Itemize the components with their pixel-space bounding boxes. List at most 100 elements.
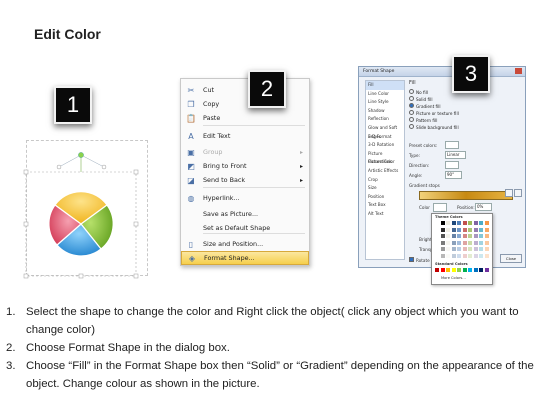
theme-color-swatch[interactable] <box>435 221 439 225</box>
fill-option[interactable]: Picture or texture fill <box>409 110 459 117</box>
fill-option[interactable]: Solid fill <box>409 96 459 103</box>
category-item[interactable]: Glow and Soft Edges <box>366 124 404 139</box>
preset-colors-dropdown[interactable] <box>445 141 459 149</box>
standard-color-swatch[interactable] <box>440 268 445 272</box>
category-item[interactable]: Line Style <box>366 98 404 107</box>
category-item[interactable]: Size <box>366 184 404 193</box>
theme-color-swatch[interactable] <box>473 221 478 225</box>
theme-color-swatch[interactable] <box>484 221 489 225</box>
theme-color-swatch[interactable] <box>457 253 461 258</box>
category-item[interactable]: Artistic Effects <box>366 167 404 176</box>
standard-color-swatch[interactable] <box>479 268 483 272</box>
theme-color-swatch[interactable] <box>446 240 450 245</box>
category-item[interactable]: 3-D Rotation <box>366 141 404 150</box>
theme-color-swatch[interactable] <box>462 247 467 251</box>
theme-color-swatch[interactable] <box>446 253 450 258</box>
standard-color-swatch[interactable] <box>446 268 450 272</box>
theme-color-swatch[interactable] <box>457 227 461 232</box>
theme-color-swatch[interactable] <box>435 227 439 232</box>
menu-item-bring-to-front[interactable]: ◩ Bring to Front ▸ <box>181 159 309 173</box>
theme-color-swatch[interactable] <box>462 221 467 225</box>
angle-input[interactable]: 90° <box>445 171 462 179</box>
menu-item-cut[interactable]: ✂ Cut <box>181 83 309 97</box>
direction-dropdown[interactable] <box>445 161 459 169</box>
standard-color-swatch[interactable] <box>473 268 478 272</box>
category-item[interactable]: Alt Text <box>366 210 404 219</box>
menu-item-group[interactable]: ▣ Group ▸ <box>181 145 309 159</box>
theme-color-swatch[interactable] <box>435 234 439 238</box>
gradient-stops-bar[interactable] <box>419 191 513 200</box>
standard-color-swatch[interactable] <box>457 268 461 272</box>
theme-color-swatch[interactable] <box>468 221 472 225</box>
theme-color-swatch[interactable] <box>457 221 461 225</box>
theme-color-swatch[interactable] <box>473 247 478 251</box>
position-input[interactable]: 0% <box>475 203 492 211</box>
theme-color-swatch[interactable] <box>446 247 450 251</box>
category-item[interactable]: Line Color <box>366 90 404 99</box>
category-item[interactable]: 3-D Format <box>366 133 404 142</box>
theme-color-swatch[interactable] <box>451 234 456 238</box>
theme-color-swatch[interactable] <box>473 234 478 238</box>
theme-color-swatch[interactable] <box>484 253 489 258</box>
menu-item-send-to-back[interactable]: ◪ Send to Back ▸ <box>181 173 309 187</box>
close-button[interactable]: Close <box>500 254 522 263</box>
category-item[interactable]: Fill <box>366 81 404 90</box>
theme-color-swatch[interactable] <box>440 234 445 238</box>
standard-color-swatch[interactable] <box>468 268 472 272</box>
theme-color-swatch[interactable] <box>457 234 461 238</box>
menu-item-hyperlink[interactable]: ◍ Hyperlink... <box>181 191 309 205</box>
theme-color-swatch[interactable] <box>484 240 489 245</box>
theme-color-swatch[interactable] <box>440 240 445 245</box>
theme-color-swatch[interactable] <box>479 227 483 232</box>
pie-shape[interactable] <box>14 145 144 280</box>
theme-color-swatch[interactable] <box>435 247 439 251</box>
theme-color-swatch[interactable] <box>462 253 467 258</box>
category-item[interactable]: Position <box>366 193 404 202</box>
theme-color-swatch[interactable] <box>440 221 445 225</box>
category-item[interactable]: Shadow <box>366 107 404 116</box>
theme-color-swatch[interactable] <box>446 234 450 238</box>
theme-color-swatch[interactable] <box>435 240 439 245</box>
theme-color-swatch[interactable] <box>457 240 461 245</box>
theme-color-swatch[interactable] <box>451 221 456 225</box>
standard-color-swatch[interactable] <box>462 268 467 272</box>
theme-color-swatch[interactable] <box>468 227 472 232</box>
theme-color-swatch[interactable] <box>468 247 472 251</box>
type-dropdown[interactable]: Linear <box>445 151 466 159</box>
theme-color-swatch[interactable] <box>457 247 461 251</box>
theme-color-swatch[interactable] <box>479 253 483 258</box>
add-stop-icon[interactable] <box>505 189 513 197</box>
theme-color-swatch[interactable] <box>440 247 445 251</box>
category-item[interactable]: Text Box <box>366 201 404 210</box>
theme-color-swatch[interactable] <box>479 221 483 225</box>
theme-color-swatch[interactable] <box>440 253 445 258</box>
menu-item-edit-text[interactable]: A Edit Text <box>181 129 309 143</box>
theme-color-swatch[interactable] <box>473 253 478 258</box>
category-item[interactable]: Picture Color <box>366 158 404 167</box>
color-picker-button[interactable] <box>433 203 447 212</box>
fill-option[interactable]: Gradient fill <box>409 103 459 110</box>
fill-option[interactable]: Pattern fill <box>409 117 459 124</box>
menu-item-save-as-picture[interactable]: Save as Picture... <box>181 207 309 221</box>
category-item[interactable]: Crop <box>366 176 404 185</box>
theme-color-swatch[interactable] <box>451 247 456 251</box>
standard-color-swatch[interactable] <box>451 268 456 272</box>
theme-color-swatch[interactable] <box>451 240 456 245</box>
theme-color-swatch[interactable] <box>484 247 489 251</box>
close-icon[interactable] <box>515 68 522 74</box>
theme-color-swatch[interactable] <box>468 240 472 245</box>
theme-color-swatch[interactable] <box>446 227 450 232</box>
theme-color-swatch[interactable] <box>451 253 456 258</box>
theme-color-swatch[interactable] <box>462 227 467 232</box>
theme-color-swatch[interactable] <box>484 234 489 238</box>
theme-color-swatch[interactable] <box>446 221 450 225</box>
category-item[interactable]: Picture Corrections <box>366 150 404 165</box>
theme-color-swatch[interactable] <box>468 253 472 258</box>
theme-color-swatch[interactable] <box>473 240 478 245</box>
theme-color-swatch[interactable] <box>479 234 483 238</box>
theme-color-swatch[interactable] <box>468 234 472 238</box>
theme-color-swatch[interactable] <box>473 227 478 232</box>
theme-color-swatch[interactable] <box>462 240 467 245</box>
theme-color-swatch[interactable] <box>435 253 439 258</box>
theme-color-swatch[interactable] <box>462 234 467 238</box>
